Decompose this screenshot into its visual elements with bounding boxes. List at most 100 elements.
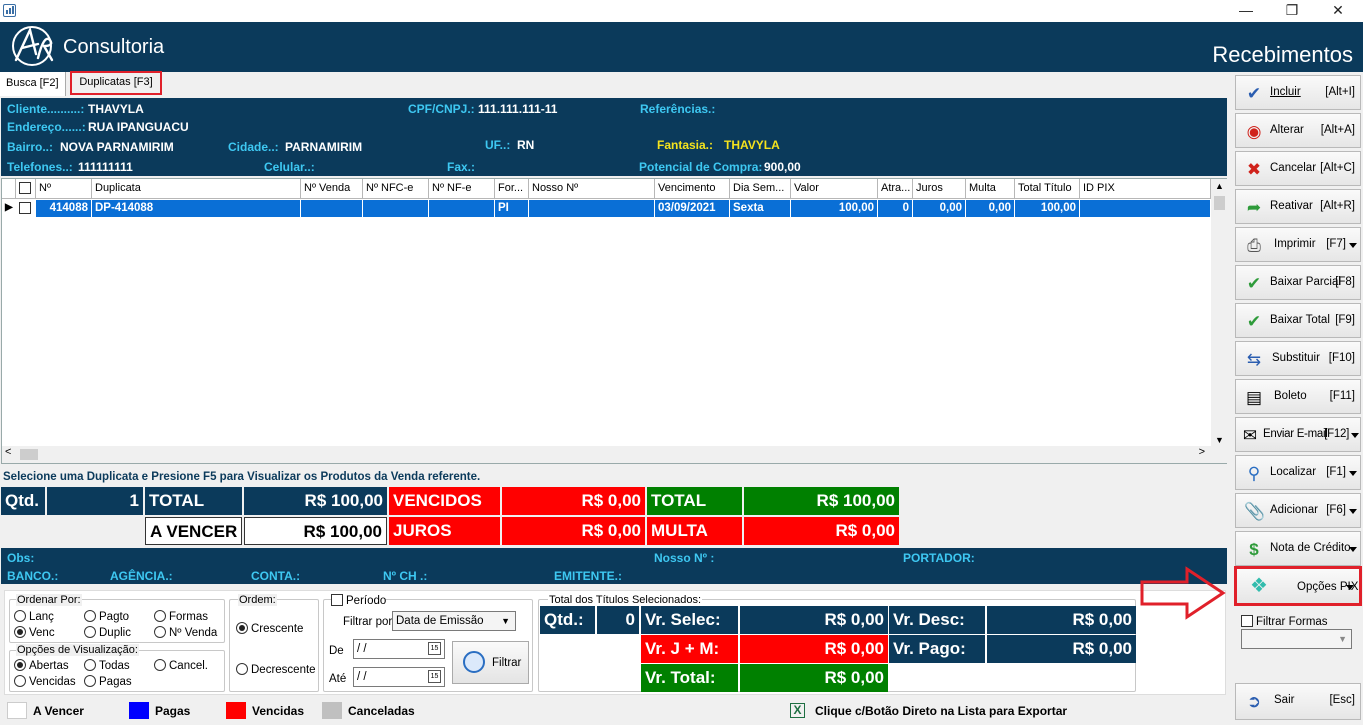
col-header[interactable]: Nº	[36, 179, 92, 199]
col-header[interactable]: Nº Venda	[301, 179, 363, 199]
col-header[interactable]: Nº NFC-e	[363, 179, 429, 199]
tab-busca[interactable]: Busca [F2]	[0, 72, 66, 96]
cell-pix[interactable]	[1080, 200, 1211, 217]
radio-formas[interactable]: Formas	[154, 610, 208, 624]
scroll-left-icon[interactable]: <	[5, 446, 11, 458]
table-row-checkbox[interactable]	[16, 200, 36, 217]
sair-button[interactable]: ➲ Sair [Esc]	[1235, 683, 1361, 720]
cell-nosso[interactable]	[529, 200, 655, 217]
scroll-down-icon[interactable]: ▼	[1211, 435, 1228, 445]
hscroll-thumb[interactable]	[20, 449, 38, 460]
scroll-up-icon[interactable]: ▲	[1211, 179, 1228, 194]
cell-valor[interactable]: 100,00	[791, 200, 878, 217]
cell-venda[interactable]	[301, 200, 363, 217]
radio-abertas[interactable]: Abertas	[14, 659, 69, 673]
nota-credito-button[interactable]: $ Nota de Crédito	[1235, 531, 1361, 566]
de-date-input[interactable]: / /15	[353, 639, 445, 659]
restore-icon[interactable]: ❐	[1269, 0, 1315, 22]
close-icon[interactable]: ✕	[1315, 0, 1361, 22]
minimize-icon[interactable]: —	[1223, 0, 1269, 22]
chevron-down-icon	[1351, 433, 1359, 438]
col-header[interactable]: Valor	[791, 179, 878, 199]
excel-icon[interactable]: X	[790, 703, 805, 718]
boleto-button[interactable]: ▤ Boleto [F11]	[1235, 379, 1361, 414]
cell-juros[interactable]: 0,00	[913, 200, 966, 217]
qtd-value: 1	[47, 487, 143, 515]
row-checkbox[interactable]	[19, 202, 31, 214]
ordem-group	[229, 599, 319, 692]
radio-pagas[interactable]: Pagas	[84, 675, 132, 689]
close-icon: ✖	[1246, 160, 1262, 179]
scroll-thumb[interactable]	[1214, 196, 1225, 210]
cell-duplicata[interactable]: DP-414088	[92, 200, 301, 217]
duplicatas-grid[interactable]: Nº Duplicata Nº Venda Nº NFC-e Nº NF-e F…	[1, 178, 1228, 464]
cell-dia[interactable]: Sexta	[730, 200, 791, 217]
col-header[interactable]: Total Título	[1015, 179, 1080, 199]
col-header[interactable]: Nosso Nº	[529, 179, 655, 199]
cell-forma[interactable]: PI	[495, 200, 529, 217]
avencer-label: A VENCER	[145, 517, 242, 545]
tab-duplicatas[interactable]: Duplicatas [F3]	[70, 71, 162, 95]
select-all-checkbox[interactable]	[19, 182, 31, 194]
radio-decrescente[interactable]: Decrescente	[236, 663, 316, 677]
uf-value: RN	[517, 138, 535, 152]
substituir-button[interactable]: ⇆ Substituir [F10]	[1235, 341, 1361, 376]
col-header[interactable]: Nº NF-e	[429, 179, 495, 199]
total-value: R$ 100,00	[244, 487, 387, 515]
radio-cancel[interactable]: Cancel.	[154, 659, 208, 673]
localizar-button[interactable]: ⚲ Localizar [F1]	[1235, 455, 1361, 490]
ordenar-title: Ordenar Por:	[16, 594, 82, 606]
adicionar-button[interactable]: 📎 Adicionar [F6]	[1235, 493, 1361, 528]
col-header[interactable]: ID PIX	[1080, 179, 1211, 199]
radio-duplic[interactable]: Duplic	[84, 626, 131, 640]
radio-todas[interactable]: Todas	[84, 659, 130, 673]
incluir-button[interactable]: ✔ Incluir [Alt+I]	[1235, 75, 1361, 110]
cell-nfce[interactable]	[363, 200, 429, 217]
filtrar-por-label: Filtrar por:	[343, 616, 396, 628]
col-header[interactable]: For...	[495, 179, 529, 199]
vencidos-value: R$ 0,00	[502, 487, 645, 515]
baixar-parcial-button[interactable]: ✔ Baixar Parcial [F8]	[1235, 265, 1361, 300]
reativar-button[interactable]: ➦ Reativar [Alt+R]	[1235, 189, 1361, 224]
alterar-button[interactable]: ◉ Alterar [Alt+A]	[1235, 113, 1361, 148]
juros-label: JUROS	[389, 517, 500, 545]
vr-selec-label: Vr. Selec:	[641, 606, 738, 634]
col-header[interactable]: Multa	[966, 179, 1015, 199]
cancelar-button[interactable]: ✖ Cancelar [Alt+C]	[1235, 151, 1361, 186]
grid-select-all[interactable]	[16, 179, 36, 199]
cell-total[interactable]: 100,00	[1015, 200, 1080, 217]
imprimir-button[interactable]: ⎙ Imprimir [F7]	[1235, 227, 1361, 262]
radio-venc[interactable]: Venc	[14, 626, 55, 640]
cell-vencimento[interactable]: 03/09/2021	[655, 200, 730, 217]
col-header[interactable]: Duplicata	[92, 179, 301, 199]
vr-selec-value: R$ 0,00	[740, 606, 888, 634]
cell-atraso[interactable]: 0	[878, 200, 913, 217]
col-header[interactable]: Atra...	[878, 179, 913, 199]
cell-multa[interactable]: 0,00	[966, 200, 1015, 217]
col-header[interactable]: Juros	[913, 179, 966, 199]
col-header[interactable]: Dia Sem...	[730, 179, 791, 199]
filtrar-por-select[interactable]: Data de Emissão ▼	[392, 611, 516, 631]
search-icon: ⚲	[1247, 464, 1261, 483]
grid-vertical-scrollbar[interactable]: ▲ ▼	[1211, 179, 1228, 463]
cell-numero[interactable]: 414088	[36, 200, 92, 217]
radio-vencidas[interactable]: Vencidas	[14, 675, 76, 689]
filtrar-formas-select[interactable]: ▼	[1241, 629, 1352, 649]
radio-pagto[interactable]: Pagto	[84, 610, 129, 624]
ate-date-input[interactable]: / /15	[353, 667, 445, 687]
opcoes-pix-button[interactable]: ❖ Opções PIX	[1234, 566, 1362, 606]
baixar-total-button[interactable]: ✔ Baixar Total [F9]	[1235, 303, 1361, 338]
window-titlebar: — ❐ ✕	[0, 0, 1363, 22]
filtrar-formas-checkbox[interactable]: Filtrar Formas	[1241, 615, 1328, 629]
periodo-checkbox[interactable]: Período	[331, 594, 387, 608]
legend-avencer: A Vencer	[33, 704, 84, 718]
cell-nfe[interactable]	[429, 200, 495, 217]
radio-crescente[interactable]: Crescente	[236, 622, 303, 636]
filtrar-button[interactable]: Filtrar	[452, 641, 529, 684]
enviar-email-button[interactable]: ✉ Enviar E-mail [F12]	[1235, 417, 1361, 452]
col-header[interactable]: Vencimento	[655, 179, 730, 199]
scroll-right-icon[interactable]: >	[1199, 446, 1205, 458]
grid-horizontal-scrollbar[interactable]: < >	[2, 446, 1211, 463]
radio-lanc[interactable]: Lanç	[14, 610, 54, 624]
radio-nvenda[interactable]: Nº Venda	[154, 626, 217, 640]
